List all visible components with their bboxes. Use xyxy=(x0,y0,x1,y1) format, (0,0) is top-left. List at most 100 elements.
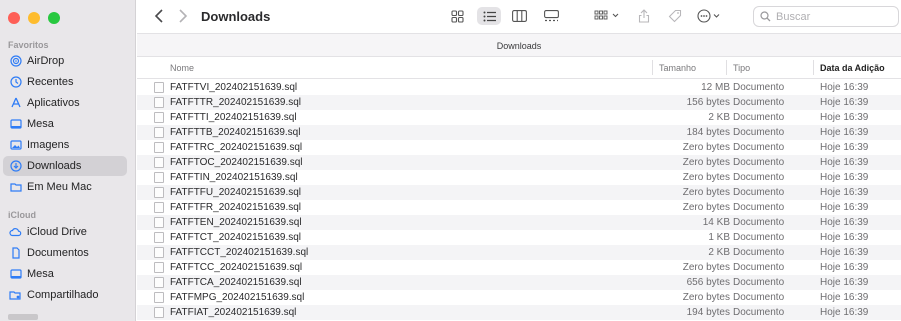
sidebar-item-aplicativos[interactable]: Aplicativos xyxy=(3,93,127,113)
share-button[interactable] xyxy=(635,7,653,25)
minimize-button[interactable] xyxy=(28,12,40,24)
clock-icon xyxy=(9,76,22,89)
icon-view-button[interactable] xyxy=(447,7,467,25)
sidebar-item-imagens[interactable]: Imagens xyxy=(3,135,127,155)
file-size: Zero bytes xyxy=(682,157,730,168)
file-kind: Documento xyxy=(733,127,785,138)
sidebar-item-icloud-drive[interactable]: iCloud Drive xyxy=(3,222,127,242)
search-placeholder: Buscar xyxy=(776,10,811,23)
list-view-button[interactable] xyxy=(477,7,501,25)
file-row[interactable]: FATFTTB_202402151639.sql 184 bytes Documen… xyxy=(137,125,901,140)
sidebar-item-compartilhado[interactable]: Compartilhado xyxy=(3,285,127,305)
file-name: FATFTFU_202402151639.sql xyxy=(170,187,302,198)
search-icon xyxy=(760,11,771,22)
file-date-added: Hoje 16:39 xyxy=(820,232,869,243)
sidebar-item-label: Mesa xyxy=(27,268,54,280)
sidebar-item-downloads[interactable]: Downloads xyxy=(3,156,127,176)
file-kind: Documento xyxy=(733,277,785,288)
window-controls xyxy=(8,12,60,24)
file-name: FATFTCCT_202402151639.sql xyxy=(170,247,309,258)
column-view-button[interactable] xyxy=(509,7,529,25)
file-row[interactable]: FATFTTI_202402151639.sql 2 KB Documento Hoj… xyxy=(137,110,901,125)
file-size: Zero bytes xyxy=(682,202,730,213)
file-date-added: Hoje 16:39 xyxy=(820,82,869,93)
file-icon xyxy=(154,202,164,213)
file-row[interactable]: FATFTFR_202402151639.sql Zero bytes Docume… xyxy=(137,200,901,215)
file-row[interactable]: FATFTCC_202402151639.sql Zero bytes Docume… xyxy=(137,260,901,275)
cloud-icon xyxy=(9,226,22,239)
file-row[interactable]: FATFTIN_202402151639.sql Zero bytes Docume… xyxy=(137,170,901,185)
sidebar-item-airdrop[interactable]: AirDrop xyxy=(3,51,127,71)
column-header-size[interactable]: Tamanho xyxy=(659,63,696,73)
file-row[interactable]: FATFTCT_202402151639.sql 1 KB Documento Hoj… xyxy=(137,230,901,245)
file-row[interactable]: FATFTFU_202402151639.sql Zero bytes Docume… xyxy=(137,185,901,200)
file-icon xyxy=(154,157,164,168)
sidebar-item-label: Downloads xyxy=(27,160,82,172)
file-row[interactable]: FATFTCA_202402151639.sql 656 bytes Documen… xyxy=(137,275,901,290)
file-size: 2 KB xyxy=(708,247,730,258)
zoom-button[interactable] xyxy=(48,12,60,24)
sidebar-item-label: Em Meu Mac xyxy=(27,181,92,193)
folder-icon xyxy=(9,181,22,194)
column-header-date-added[interactable]: Data da Adição xyxy=(820,63,885,73)
chevron-right-icon xyxy=(179,9,188,23)
column-divider[interactable] xyxy=(652,60,653,75)
file-row[interactable]: FATFIAT_202402151639.sql 194 bytes Documen… xyxy=(137,305,901,320)
column-header-kind[interactable]: Tipo xyxy=(733,63,750,73)
file-name: FATFTRC_202402151639.sql xyxy=(170,142,303,153)
file-name: FATFTTR_202402151639.sql xyxy=(170,97,302,108)
file-date-added: Hoje 16:39 xyxy=(820,187,869,198)
back-button[interactable] xyxy=(149,6,169,26)
file-kind: Documento xyxy=(733,262,785,273)
file-icon xyxy=(154,172,164,183)
photo-icon xyxy=(9,139,22,152)
file-size: 2 KB xyxy=(708,112,730,123)
tag-button[interactable] xyxy=(665,7,685,25)
file-row[interactable]: FATFTRC_202402151639.sql Zero bytes Docume… xyxy=(137,140,901,155)
file-icon xyxy=(154,277,164,288)
sidebar-item-documentos[interactable]: Documentos xyxy=(3,243,127,263)
file-icon xyxy=(154,292,164,303)
file-kind: Documento xyxy=(733,97,785,108)
file-icon xyxy=(154,262,164,273)
file-row[interactable]: FATFTEN_202402151639.sql 14 KB Documento Ho… xyxy=(137,215,901,230)
forward-button[interactable] xyxy=(173,6,193,26)
file-size: Zero bytes xyxy=(682,187,730,198)
close-button[interactable] xyxy=(8,12,20,24)
search-field[interactable]: Buscar xyxy=(753,6,899,27)
column-header-name[interactable]: Nome xyxy=(170,63,194,73)
sidebar-item-mesa-icloud[interactable]: Mesa xyxy=(3,264,127,284)
file-kind: Documento xyxy=(733,307,785,318)
file-date-added: Hoje 16:39 xyxy=(820,127,869,138)
group-button[interactable] xyxy=(593,7,623,25)
file-kind: Documento xyxy=(733,187,785,198)
chevron-left-icon xyxy=(154,9,163,23)
path-label: Downloads xyxy=(496,41,542,51)
file-size: Zero bytes xyxy=(682,262,730,273)
file-kind: Documento xyxy=(733,82,785,93)
actions-button[interactable] xyxy=(695,7,727,25)
file-row[interactable]: FATFTCCT_202402151639.sql 2 KB Documento Ho… xyxy=(137,245,901,260)
column-header-row: Nome Tamanho Tipo Data da Adição xyxy=(137,57,901,79)
file-date-added: Hoje 16:39 xyxy=(820,172,869,183)
file-size: 156 bytes xyxy=(686,97,730,108)
file-row[interactable]: FATFTVI_202402151639.sql 12 MB Documento Ho… xyxy=(137,80,901,95)
file-row[interactable]: FATFTOC_202402151639.sql Zero bytes Docume… xyxy=(137,155,901,170)
file-icon xyxy=(154,82,164,93)
file-kind: Documento xyxy=(733,157,785,168)
file-icon xyxy=(154,187,164,198)
sidebar-item-mesa[interactable]: Mesa xyxy=(3,114,127,134)
column-divider[interactable] xyxy=(813,60,814,75)
sidebar-section-favorites: Favoritos xyxy=(8,40,49,50)
sidebar-item-label: Aplicativos xyxy=(27,97,80,109)
file-row[interactable]: FATFTTR_202402151639.sql 156 bytes Documen… xyxy=(137,95,901,110)
sidebar-item-recentes[interactable]: Recentes xyxy=(3,72,127,92)
gallery-view-button[interactable] xyxy=(541,7,561,25)
sidebar-item-em-meu-mac[interactable]: Em Meu Mac xyxy=(3,177,127,197)
file-row[interactable]: FATFMPG_202402151639.sql Zero bytes Docume… xyxy=(137,290,901,305)
gallery-icon xyxy=(543,10,559,22)
more-icon xyxy=(697,9,720,23)
column-divider[interactable] xyxy=(726,60,727,75)
share-icon xyxy=(638,9,650,23)
file-date-added: Hoje 16:39 xyxy=(820,292,869,303)
